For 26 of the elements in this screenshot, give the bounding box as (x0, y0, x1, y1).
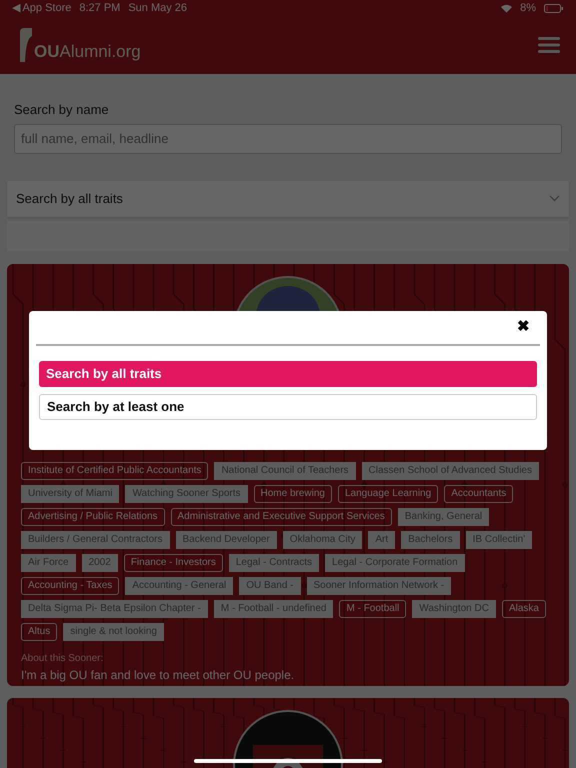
wifi-icon (501, 4, 512, 12)
logo[interactable]: OUAlumni.org (19, 28, 141, 62)
back-link[interactable]: ◀ App Store (12, 0, 72, 16)
status-date: Sun May 26 (128, 0, 188, 16)
trait-tag: M - Football (339, 600, 406, 618)
option-button[interactable]: Search by all traits (39, 361, 537, 387)
trait-tag: Altus (21, 622, 58, 640)
trait-tag: Accounting - Taxes (21, 576, 120, 594)
battery-icon (544, 4, 564, 12)
trait-tag: Language Learning (338, 484, 438, 502)
trait-tag: Alaska (502, 600, 546, 618)
chevron-icon (549, 195, 560, 202)
status-time: 8:27 PM (79, 0, 120, 16)
about-text: I'm a big OU fan and love to meet other OU people. (21, 666, 296, 684)
battery-level: 8% (520, 0, 536, 16)
trait-tag: Home brewing (254, 484, 332, 502)
close-button[interactable]: ✖ (517, 316, 530, 339)
about-label: About this Sooner: (21, 652, 104, 666)
field-label: Search by name (14, 101, 110, 119)
trait-tag: Administrative and Executive Support Services (170, 508, 392, 526)
trait-tag: Finance - Investors (124, 554, 223, 572)
trait-tag: Advertising / Public Relations (21, 508, 165, 526)
trait-tag: Institute of Certified Public Accountants (21, 462, 208, 480)
option-button[interactable]: Search by at least one (39, 394, 537, 420)
trait-tag: Accountants (444, 484, 514, 502)
trait-mode-dropdown[interactable]: Search by all traits (7, 180, 569, 216)
